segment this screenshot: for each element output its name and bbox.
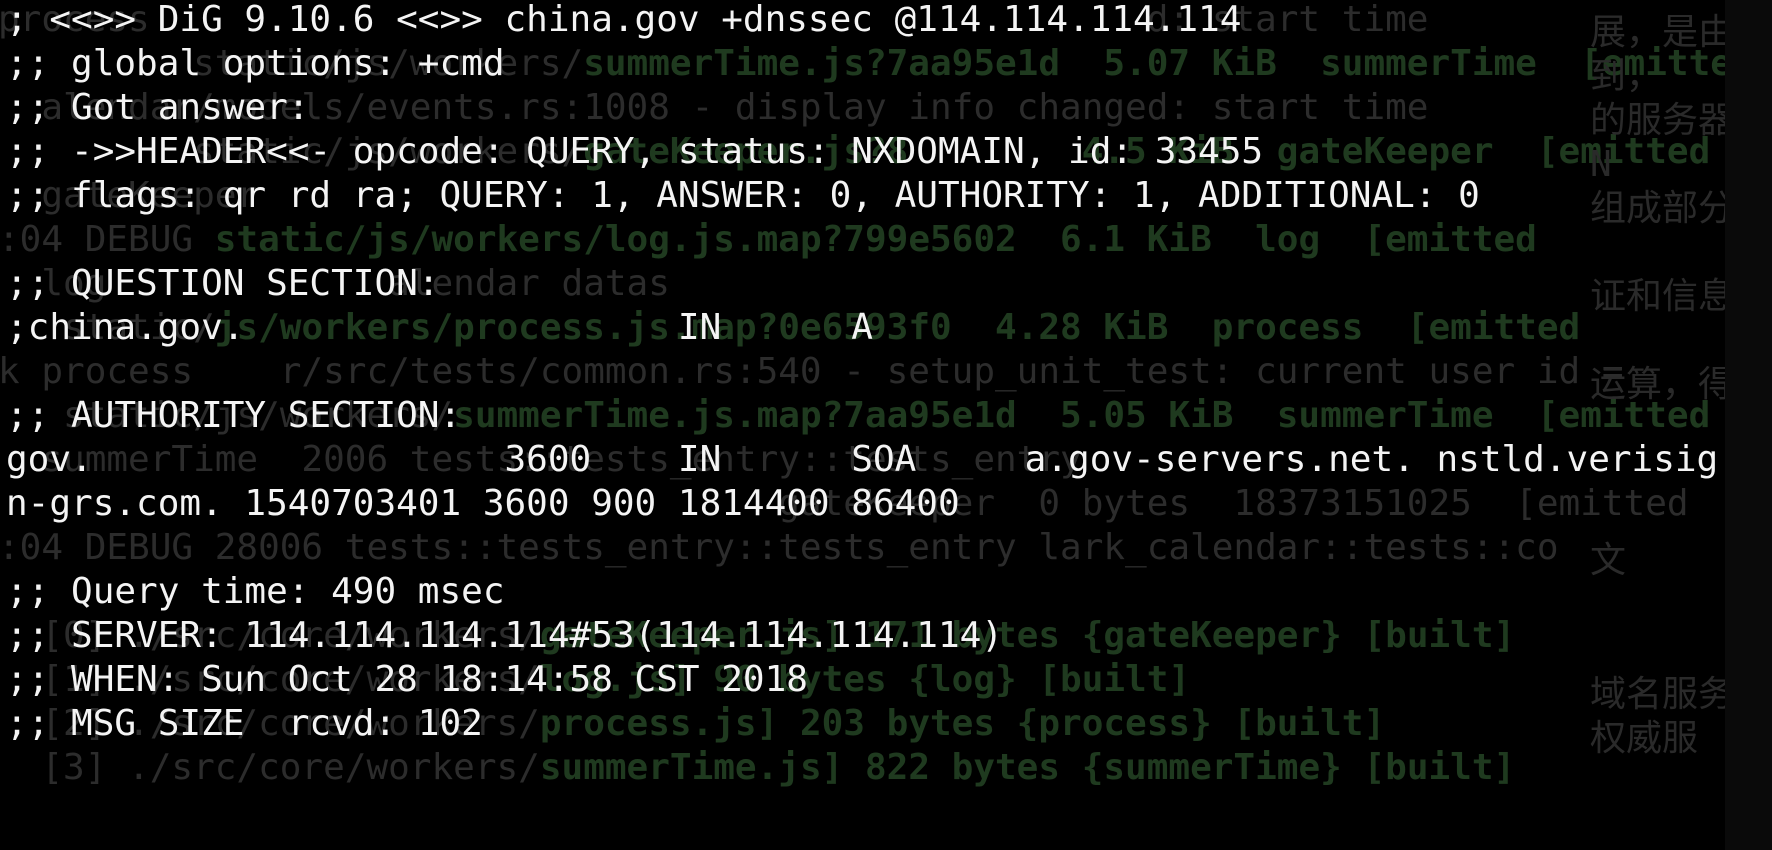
authority-record-line: gov. 3600 IN SOA a.gov-servers.net. nstl… bbox=[6, 439, 1719, 480]
server-line: ;; SERVER: 114.114.114.114#53(114.114.11… bbox=[6, 615, 1003, 656]
authority-record-continuation: n-grs.com. 1540703401 3600 900 1814400 8… bbox=[6, 483, 960, 524]
flags-line: ;; flags: qr rd ra; QUERY: 1, ANSWER: 0,… bbox=[6, 175, 1480, 216]
msg-size-line: ;; MSG SIZE rcvd: 102 bbox=[6, 703, 483, 744]
global-options-line: ;; global options: +cmd bbox=[6, 43, 505, 84]
terminal-output: ; <<>> DiG 9.10.6 <<>> china.gov +dnssec… bbox=[0, 0, 1772, 850]
when-line: ;; WHEN: Sun Oct 28 18:14:58 CST 2018 bbox=[6, 659, 808, 700]
query-time-line: ;; Query time: 490 msec bbox=[6, 571, 505, 612]
got-answer-line: ;; Got answer: bbox=[6, 87, 310, 128]
question-section-heading: ;; QUESTION SECTION: bbox=[6, 263, 440, 304]
authority-section-heading: ;; AUTHORITY SECTION: bbox=[6, 395, 462, 436]
header-status-line: ;; ->>HEADER<<- opcode: QUERY, status: N… bbox=[6, 131, 1264, 172]
question-record-line: ;china.gov. IN A bbox=[6, 307, 873, 348]
